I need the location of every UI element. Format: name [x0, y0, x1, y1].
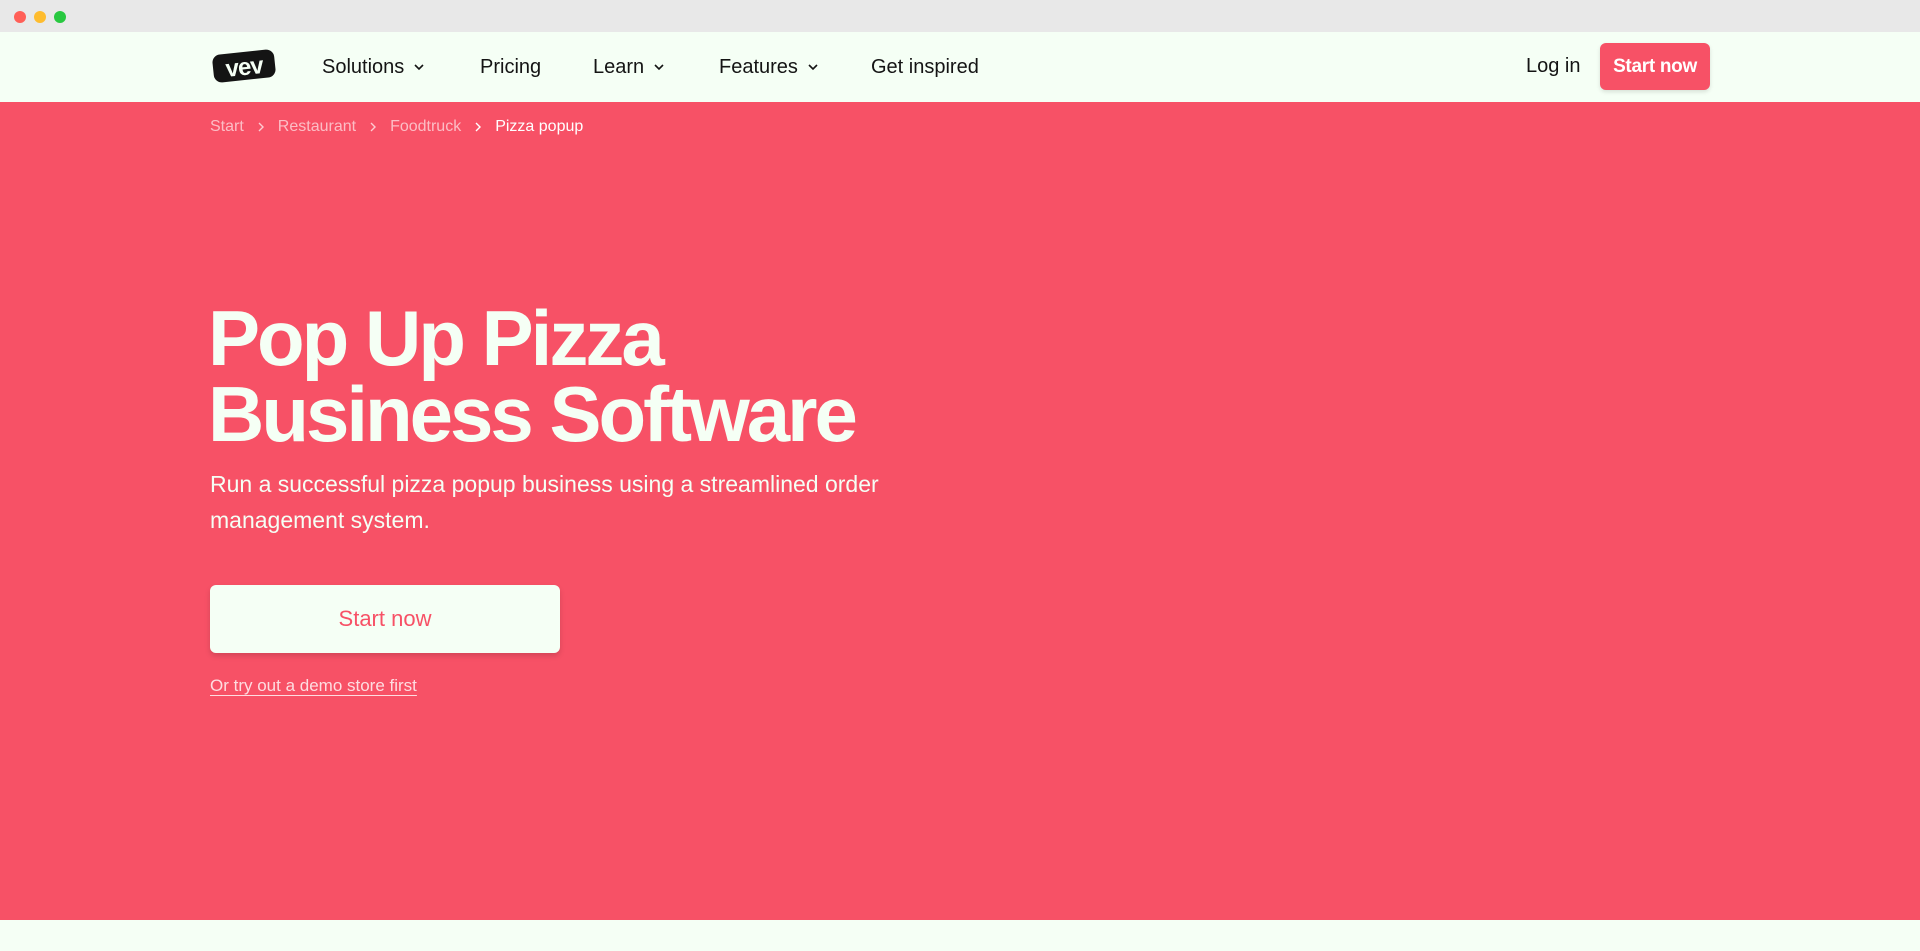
- nav-learn[interactable]: Learn: [593, 55, 666, 79]
- minimize-window-button[interactable]: [34, 11, 46, 23]
- hero-start-now-button[interactable]: Start now: [210, 585, 560, 653]
- top-navbar: vev Solutions Pricing Learn Features Get…: [0, 32, 1920, 102]
- chevron-down-icon: [654, 64, 664, 71]
- nav-solutions-label: Solutions: [322, 55, 405, 78]
- breadcrumb-current: Pizza popup: [495, 118, 584, 135]
- breadcrumb: Start Restaurant Foodtruck Pizza popup: [210, 118, 583, 136]
- nav-features-label: Features: [719, 55, 798, 78]
- login-link[interactable]: Log in: [1526, 55, 1581, 78]
- svg-text:vev: vev: [224, 52, 265, 83]
- close-window-button[interactable]: [14, 11, 26, 23]
- page-title: Pop Up Pizza Business Software: [208, 299, 858, 453]
- nav-pricing-label: Pricing: [480, 55, 542, 78]
- nav-get-inspired-label: Get inspired: [871, 55, 979, 78]
- nav-solutions[interactable]: Solutions: [322, 55, 426, 79]
- hero-section: Start Restaurant Foodtruck Pizza popup P…: [0, 102, 1920, 920]
- nav-start-now-button[interactable]: Start now: [1600, 43, 1710, 90]
- chevron-right-icon: [258, 122, 264, 132]
- chevron-right-icon: [370, 122, 377, 132]
- hero-subtitle: Run a successful pizza popup business us…: [210, 471, 879, 533]
- maximize-window-button[interactable]: [54, 11, 66, 23]
- chevron-down-icon: [808, 64, 818, 71]
- nav-pricing[interactable]: Pricing: [480, 55, 541, 79]
- page-title-line1: Pop Up Pizza: [208, 294, 665, 382]
- page-title-line2: Business Software: [208, 370, 858, 458]
- chevron-down-icon: [414, 64, 424, 71]
- breadcrumb-restaurant[interactable]: Restaurant: [278, 118, 356, 136]
- demo-store-link[interactable]: Or try out a demo store first: [210, 676, 417, 696]
- breadcrumb-foodtruck[interactable]: Foodtruck: [390, 118, 461, 136]
- breadcrumb-start[interactable]: Start: [210, 118, 244, 136]
- chevron-right-icon: [475, 122, 482, 132]
- vev-logo[interactable]: vev: [210, 48, 278, 84]
- nav-get-inspired[interactable]: Get inspired: [871, 55, 979, 79]
- nav-features[interactable]: Features: [719, 55, 820, 79]
- browser-titlebar: [0, 0, 1920, 32]
- nav-learn-label: Learn: [593, 55, 645, 78]
